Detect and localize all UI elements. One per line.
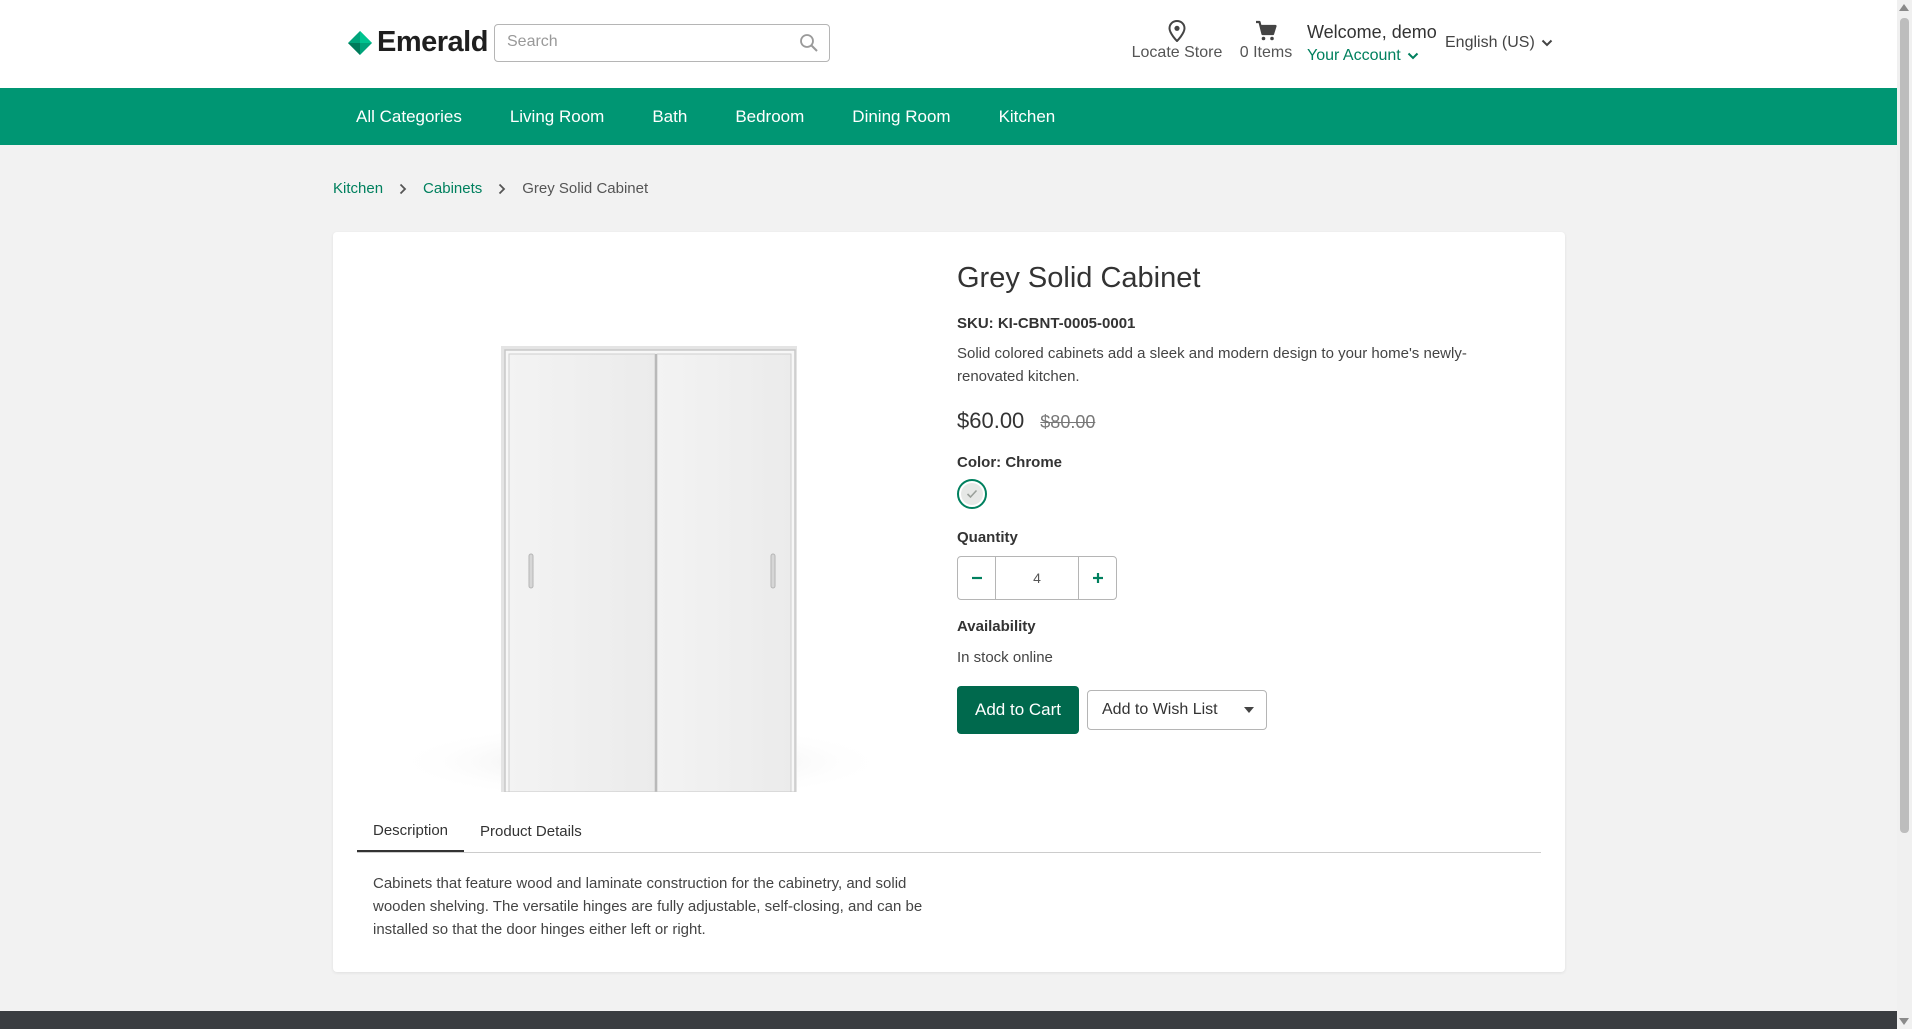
description-text: Cabinets that feature wood and laminate … [373, 875, 923, 938]
scroll-up-arrow[interactable] [1899, 4, 1909, 11]
quantity-decrease-button[interactable] [958, 557, 995, 599]
brand-logo[interactable]: Emerald [347, 26, 488, 59]
check-icon [966, 489, 978, 499]
chevron-right-icon [399, 183, 407, 195]
purchase-actions: Add to Cart Add to Wish List [957, 686, 1517, 734]
breadcrumb-link-cabinets[interactable]: Cabinets [423, 180, 482, 197]
price-row: $60.00 $80.00 [957, 408, 1517, 434]
nav-item-bath[interactable]: Bath [652, 107, 687, 127]
welcome-text: Welcome, demo [1307, 22, 1437, 42]
breadcrumb-link-kitchen[interactable]: Kitchen [333, 180, 383, 197]
availability-label: Availability [957, 618, 1036, 635]
product-info: Grey Solid Cabinet SKU: KI-CBNT-0005-000… [957, 262, 1517, 734]
locate-store-link[interactable]: Locate Store [1131, 20, 1223, 62]
color-swatch-chrome[interactable] [957, 479, 987, 509]
quantity-input[interactable] [995, 557, 1079, 599]
chevron-right-icon [498, 183, 506, 195]
language-selector[interactable]: English (US) [1445, 34, 1553, 52]
cart-link[interactable]: 0 Items [1236, 20, 1296, 62]
nav-item-all-categories[interactable]: All Categories [356, 107, 462, 127]
sale-price: $60.00 [957, 408, 1025, 433]
site-footer [0, 1011, 1897, 1029]
product-sku: SKU: KI-CBNT-0005-0001 [957, 315, 1136, 332]
nav-item-living-room[interactable]: Living Room [510, 107, 605, 127]
chevron-down-icon [1407, 52, 1418, 60]
page-scrollbar[interactable] [1897, 0, 1912, 1029]
nav-item-dining-room[interactable]: Dining Room [852, 107, 950, 127]
chevron-down-icon [1541, 39, 1553, 47]
minus-icon [971, 576, 982, 580]
breadcrumb: Kitchen Cabinets Grey Solid Cabinet [333, 180, 648, 197]
availability-status: In stock online [957, 649, 1053, 666]
language-label: English (US) [1445, 34, 1535, 51]
add-to-wishlist-label: Add to Wish List [1102, 701, 1218, 718]
map-pin-icon [1168, 20, 1186, 42]
tab-product-details[interactable]: Product Details [464, 810, 598, 852]
site-header: Emerald Locate Store 0 Items Welcome, de… [0, 0, 1897, 88]
cart-count-label: 0 Items [1239, 44, 1293, 61]
breadcrumb-current: Grey Solid Cabinet [522, 180, 649, 197]
nav-item-kitchen[interactable]: Kitchen [999, 107, 1056, 127]
product-title: Grey Solid Cabinet [957, 262, 1201, 294]
account-label: Your Account [1307, 47, 1401, 64]
emerald-diamond-icon [348, 30, 372, 55]
account-menu[interactable]: Your Account [1307, 47, 1419, 65]
color-label: Color: Chrome [957, 454, 1062, 471]
search-icon[interactable] [799, 33, 819, 53]
product-summary: Solid colored cabinets add a sleek and m… [957, 345, 1467, 385]
product-tabs: Description Product Details [357, 810, 1541, 853]
quantity-label: Quantity [957, 529, 1018, 546]
quantity-increase-button[interactable] [1079, 557, 1116, 599]
add-to-cart-button[interactable]: Add to Cart [957, 686, 1079, 734]
brand-name: Emerald [377, 26, 488, 58]
caret-down-icon[interactable] [1244, 707, 1254, 713]
search-input[interactable] [495, 25, 799, 59]
locate-store-label: Locate Store [1131, 44, 1223, 61]
product-card: Grey Solid Cabinet SKU: KI-CBNT-0005-000… [333, 232, 1565, 972]
plus-icon [1092, 573, 1103, 583]
category-nav: All Categories Living Room Bath Bedroom … [0, 88, 1897, 145]
nav-item-bedroom[interactable]: Bedroom [735, 107, 804, 127]
tab-description[interactable]: Description [357, 810, 465, 852]
product-image [391, 346, 891, 792]
search-box [494, 24, 830, 62]
add-to-wishlist-button[interactable]: Add to Wish List [1087, 690, 1267, 730]
scroll-down-arrow[interactable] [1899, 1018, 1909, 1025]
cart-icon [1256, 20, 1277, 41]
original-price: $80.00 [1040, 412, 1096, 432]
scroll-thumb[interactable] [1900, 18, 1909, 833]
quantity-stepper [957, 556, 1117, 600]
